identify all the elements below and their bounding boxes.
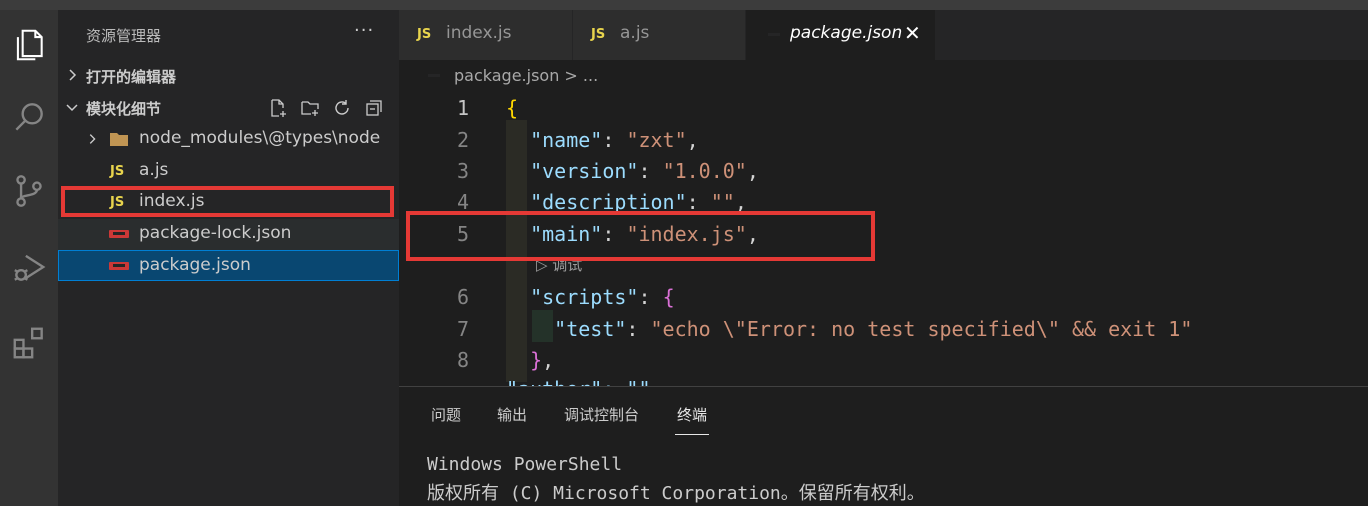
- extensions-icon[interactable]: [4, 318, 54, 368]
- editor-tabs: JS index.js JS a.js package.json ✕: [399, 10, 1368, 60]
- activity-bar: [0, 10, 58, 506]
- tree-item-a-js[interactable]: JS a.js: [58, 156, 399, 187]
- js-file-icon: JS: [591, 27, 606, 42]
- project-section[interactable]: 模块化细节: [58, 93, 399, 123]
- new-folder-icon[interactable]: [298, 96, 322, 120]
- tab-label: a.js: [620, 23, 650, 43]
- code-line-3: "version": "1.0.0",: [530, 159, 759, 183]
- annotation-box-index-js: [61, 186, 394, 217]
- chevron-right-icon: [69, 69, 77, 81]
- collapse-all-icon[interactable]: [362, 96, 386, 120]
- line-number: 8: [456, 348, 469, 372]
- breadcrumb-path[interactable]: package.json > ...: [454, 66, 598, 85]
- npm-icon: [109, 257, 129, 275]
- code-line-1: {: [506, 96, 519, 120]
- open-editors-section[interactable]: 打开的编辑器: [58, 61, 399, 91]
- more-actions-icon[interactable]: ···: [354, 20, 374, 41]
- source-control-icon[interactable]: [4, 166, 54, 216]
- refresh-icon[interactable]: [330, 96, 354, 120]
- terminal-line: Windows PowerShell: [427, 454, 623, 475]
- run-debug-icon[interactable]: [4, 242, 54, 292]
- code-line-9: "author": "": [506, 377, 651, 386]
- tab-label: package.json: [790, 23, 903, 43]
- tree-item-package-json[interactable]: package.json: [58, 250, 399, 281]
- tab-a-js[interactable]: JS a.js: [573, 10, 746, 60]
- close-icon[interactable]: ✕: [904, 21, 921, 45]
- tab-terminal[interactable]: 终端: [674, 404, 710, 435]
- code-line-7: "test": "echo \"Error: no test specified…: [554, 317, 1193, 341]
- tree-item-label: node_modules\@types\node: [139, 128, 381, 148]
- tab-output[interactable]: 输出: [497, 404, 527, 425]
- line-number: 7: [456, 317, 469, 341]
- project-label: 模块化细节: [86, 100, 162, 118]
- tab-debug-console[interactable]: 调试控制台: [564, 404, 639, 425]
- js-file-icon: JS: [110, 163, 125, 179]
- annotation-box-main-line: [406, 211, 875, 261]
- tab-index-js[interactable]: JS index.js: [399, 10, 573, 60]
- js-file-icon: JS: [417, 27, 432, 42]
- code-line-8: },: [530, 348, 555, 372]
- tab-label: index.js: [446, 23, 512, 43]
- tree-item-label: package-lock.json: [139, 223, 292, 243]
- code-line-2: "name": "zxt",: [530, 128, 699, 152]
- chevron-down-icon: [66, 104, 78, 112]
- open-editors-label: 打开的编辑器: [86, 68, 177, 86]
- folder-icon: [109, 130, 129, 148]
- line-number: 6: [456, 285, 469, 309]
- code-line-6: "scripts": {: [530, 285, 675, 309]
- npm-icon: [109, 225, 129, 243]
- explorer-sidebar: 资源管理器 ··· 打开的编辑器 模块化细节 node_modules\@typ…: [58, 10, 399, 506]
- tab-problems[interactable]: 问题: [431, 404, 461, 425]
- tree-item-node-modules[interactable]: node_modules\@types\node: [58, 124, 399, 155]
- line-number: 1: [456, 96, 469, 120]
- tree-item-package-lock-json[interactable]: package-lock.json: [58, 219, 399, 250]
- explorer-header: 资源管理器 ···: [58, 10, 399, 58]
- terminal-line: 版权所有 (C) Microsoft Corporation。保留所有权利。: [427, 483, 925, 504]
- explorer-title: 资源管理器: [86, 27, 162, 45]
- explorer-icon[interactable]: [4, 20, 54, 70]
- search-icon[interactable]: [4, 92, 54, 142]
- breadcrumb: package.json > ...: [399, 60, 1368, 92]
- line-number: 2: [456, 128, 469, 152]
- tree-item-label: a.js: [139, 160, 169, 180]
- chevron-right-icon: [85, 130, 99, 148]
- bottom-panel: 问题 输出 调试控制台 终端 Windows PowerShell 版权所有 (…: [399, 386, 1368, 506]
- tab-package-json[interactable]: package.json ✕: [746, 10, 936, 60]
- title-bar: [0, 0, 1368, 10]
- line-number: 3: [456, 159, 469, 183]
- tree-item-label: package.json: [139, 255, 251, 275]
- new-file-icon[interactable]: [266, 96, 290, 120]
